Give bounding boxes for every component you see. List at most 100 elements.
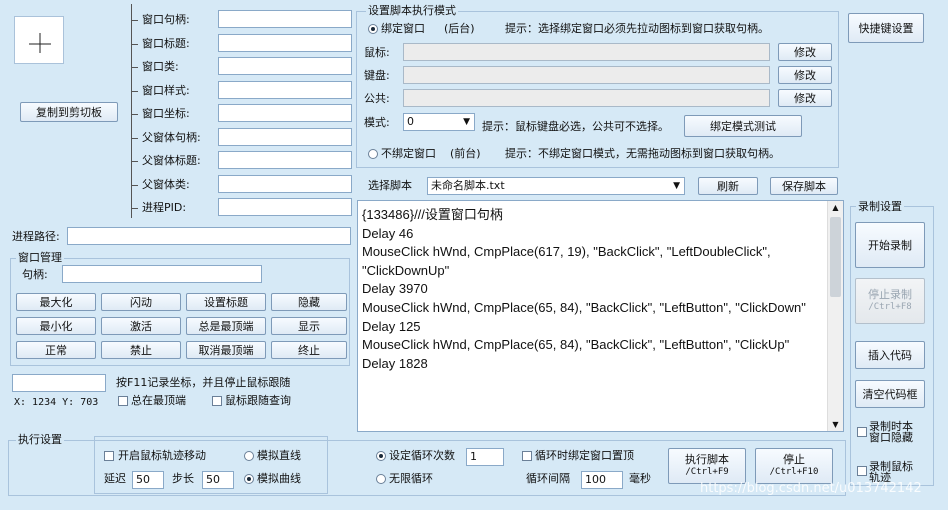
scroll-thumb[interactable]	[830, 217, 841, 297]
stop-record-shortcut: /Ctrl+F8	[868, 302, 912, 312]
window-mgmt-button[interactable]: 闪动	[101, 293, 181, 311]
window-mgmt-button[interactable]: 设置标题	[186, 293, 266, 311]
info-bracket-tick	[131, 67, 138, 68]
crosshair-drag-target[interactable]	[14, 16, 64, 64]
scroll-down-icon[interactable]: ▼	[828, 420, 843, 429]
info-field-value[interactable]	[218, 80, 352, 99]
mouse-follow-checkbox[interactable]	[212, 396, 222, 406]
keyboard-field[interactable]	[403, 66, 770, 84]
info-field-value[interactable]	[218, 127, 352, 146]
unbind-window-radio[interactable]	[368, 149, 378, 159]
ms-label: 毫秒	[629, 472, 651, 485]
mouse-follow-label: 鼠标跟随查询	[225, 394, 291, 407]
rebind-top-checkbox[interactable]	[522, 451, 532, 461]
info-field-value[interactable]	[218, 174, 352, 193]
window-mgmt-button[interactable]: 总是最顶端	[186, 317, 266, 335]
stop-record-button[interactable]: 停止录制 /Ctrl+F8	[855, 278, 925, 324]
always-top-checkbox[interactable]	[118, 396, 128, 406]
info-bracket-tick	[131, 161, 138, 162]
coordinate-field[interactable]	[12, 374, 106, 392]
window-mgmt-button[interactable]: 最大化	[16, 293, 96, 311]
scroll-up-icon[interactable]: ▲	[828, 203, 843, 212]
clear-code-button[interactable]: 清空代码框	[855, 380, 925, 408]
step-label: 步长	[172, 472, 194, 485]
info-bracket-tick	[131, 43, 138, 45]
info-field-value[interactable]	[218, 151, 352, 169]
script-select-value: 未命名脚本.txt	[431, 179, 505, 192]
straight-radio[interactable]	[244, 451, 254, 461]
select-script-label: 选择脚本	[368, 179, 412, 192]
rebind-top-label: 循环时绑定窗口置顶	[535, 449, 634, 462]
mode-hint: 提示：鼠标键盘必选，公共可不选择。	[482, 120, 669, 133]
info-field-value[interactable]	[218, 33, 352, 52]
info-field-value[interactable]	[218, 10, 352, 28]
bind-window-radio[interactable]	[368, 24, 378, 34]
info-field-label: 父窗体类:	[142, 177, 190, 191]
mode-label: 模式:	[364, 116, 390, 129]
info-field-label: 窗口坐标:	[142, 107, 190, 120]
curve-radio[interactable]	[244, 474, 254, 484]
xy-readout: X: 1234 Y: 703	[14, 397, 99, 408]
record-mouse-checkbox[interactable]	[857, 466, 867, 476]
infinite-loop-radio[interactable]	[376, 474, 386, 484]
hide-on-record-checkbox[interactable]	[857, 427, 867, 437]
info-bracket-tick	[131, 208, 138, 209]
keyboard-modify-button[interactable]: 修改	[778, 66, 832, 84]
hide-on-record-label: 录制时本窗口隐藏	[869, 420, 913, 444]
delay-field[interactable]: 50	[132, 471, 164, 489]
straight-label: 模拟直线	[257, 449, 301, 462]
start-record-button[interactable]: 开始录制	[855, 222, 925, 268]
info-field-label: 窗口样式:	[142, 83, 190, 97]
info-field-label: 窗口句柄:	[142, 13, 190, 26]
track-move-checkbox[interactable]	[104, 451, 114, 461]
quick-keys-button[interactable]: 快捷键设置	[848, 13, 924, 43]
save-script-button[interactable]: 保存脚本	[770, 177, 838, 195]
window-mgmt-button[interactable]: 最小化	[16, 317, 96, 335]
loop-count-radio[interactable]	[376, 451, 386, 461]
editor-scrollbar[interactable]: ▲ ▼	[827, 201, 843, 431]
info-field-value[interactable]	[218, 198, 352, 216]
refresh-button[interactable]: 刷新	[698, 177, 758, 195]
info-bracket-tick	[131, 184, 138, 186]
script-mode-title: 设置脚本执行模式	[366, 4, 458, 18]
public-label: 公共:	[364, 92, 390, 105]
script-code[interactable]: {133486}///设置窗口句柄 Delay 46 MouseClick hW…	[362, 206, 823, 373]
loop-count-field[interactable]: 1	[466, 448, 504, 466]
insert-code-button[interactable]: 插入代码	[855, 341, 925, 369]
delay-label: 延迟	[104, 472, 126, 485]
window-mgmt-button[interactable]: 隐藏	[271, 293, 347, 311]
copy-to-clipboard-button[interactable]: 复制到剪切板	[20, 102, 118, 122]
public-modify-button[interactable]: 修改	[778, 89, 832, 107]
loop-interval-field[interactable]: 100	[581, 471, 623, 489]
unbind-window-sub: (前台)	[450, 147, 481, 160]
always-top-label: 总在最顶端	[131, 394, 186, 407]
handle-label: 句柄:	[22, 268, 48, 281]
public-field[interactable]	[403, 89, 770, 107]
window-mgmt-button[interactable]: 显示	[271, 317, 347, 335]
run-script-button[interactable]: 执行脚本 /Ctrl+F9	[668, 448, 746, 484]
mouse-field[interactable]	[403, 43, 770, 61]
window-mgmt-button[interactable]: 取消最顶端	[186, 341, 266, 359]
info-field-value[interactable]	[218, 57, 352, 75]
info-bracket-tick	[131, 137, 138, 139]
info-field-value[interactable]	[218, 104, 352, 122]
window-mgmt-button[interactable]: 终止	[271, 341, 347, 359]
window-mgmt-button[interactable]: 禁止	[101, 341, 181, 359]
script-editor[interactable]: {133486}///设置窗口句柄 Delay 46 MouseClick hW…	[357, 200, 844, 432]
script-select[interactable]: 未命名脚本.txt ▼	[427, 177, 685, 195]
window-mgmt-button[interactable]: 正常	[16, 341, 96, 359]
stop-script-button[interactable]: 停止 /Ctrl+F10	[755, 448, 833, 484]
handle-field[interactable]	[62, 265, 262, 283]
info-field-label: 父窗体标题:	[142, 154, 201, 167]
step-field[interactable]: 50	[202, 471, 234, 489]
infinite-loop-label: 无限循环	[389, 472, 433, 485]
info-field-label: 进程PID:	[142, 201, 187, 214]
process-path-field[interactable]	[67, 227, 351, 245]
info-field-label: 父窗体句柄:	[142, 130, 201, 144]
bind-mode-test-button[interactable]: 绑定模式测试	[684, 115, 802, 137]
run-script-shortcut: /Ctrl+F9	[685, 467, 729, 477]
curve-label: 模拟曲线	[257, 472, 301, 485]
mouse-modify-button[interactable]: 修改	[778, 43, 832, 61]
mode-select[interactable]: 0 ▼	[403, 113, 475, 131]
window-mgmt-button[interactable]: 激活	[101, 317, 181, 335]
